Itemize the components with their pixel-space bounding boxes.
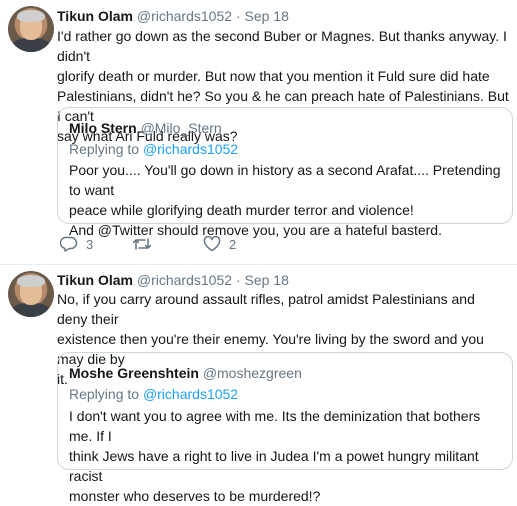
quoted-author-handle: @moshezgreen	[202, 365, 302, 381]
separator: ·	[235, 272, 241, 288]
quoted-tweet[interactable]: Milo Stern @Milo_Stern Replying to @rich…	[57, 107, 513, 238]
separator: ·	[235, 8, 241, 24]
quoted-author-name: Moshe Greenshtein	[69, 365, 199, 381]
author-name[interactable]: Tikun Olam	[57, 272, 133, 288]
quoted-text: Poor you.... You'll go down in history a…	[69, 160, 505, 240]
quoted-author-handle: @Milo_Stern	[140, 120, 222, 136]
quoted-text-line: monster who deserves to be murdered!?	[69, 488, 321, 504]
retweet-button[interactable]	[132, 236, 160, 252]
tweet-text-line: No, if you carry around assault rifles, …	[57, 291, 475, 327]
tweet-date[interactable]: Sep 18	[244, 8, 288, 24]
author-handle[interactable]: @richards1052	[137, 8, 232, 24]
quoted-author-name: Milo Stern	[69, 120, 137, 136]
tweet-header: Tikun Olam @richards1052 · Sep 18	[57, 8, 289, 24]
like-icon	[203, 236, 221, 252]
quoted-header: Moshe Greenshtein @moshezgreen	[69, 365, 302, 381]
replying-to-mention[interactable]: @richards1052	[143, 386, 238, 402]
tweet[interactable]: Tikun Olam @richards1052 · Sep 18 No, if…	[0, 265, 517, 504]
reply-count: 3	[86, 236, 94, 252]
quoted-text-line: peace while glorifying death murder terr…	[69, 202, 414, 218]
author-name[interactable]: Tikun Olam	[57, 8, 133, 24]
tweet-header: Tikun Olam @richards1052 · Sep 18	[57, 272, 289, 288]
tweet-text-line: I'd rather go down as the second Buber o…	[57, 28, 507, 64]
tweet-date[interactable]: Sep 18	[244, 272, 288, 288]
quoted-text: I don't want you to agree with me. Its t…	[69, 406, 505, 506]
tweet-actions: 3 2	[57, 236, 357, 256]
replying-to-mention[interactable]: @richards1052	[143, 141, 238, 157]
replying-to: Replying to @richards1052	[69, 386, 238, 402]
tweet[interactable]: Tikun Olam @richards1052 · Sep 18 I'd ra…	[0, 0, 517, 265]
quoted-header: Milo Stern @Milo_Stern	[69, 120, 222, 136]
replying-to-label: Replying to	[69, 141, 140, 157]
replying-to: Replying to @richards1052	[69, 141, 238, 157]
retweet-icon	[132, 236, 152, 252]
avatar[interactable]	[8, 6, 54, 52]
author-handle[interactable]: @richards1052	[137, 272, 232, 288]
tweet-text-line: glorify death or murder. But now that yo…	[57, 68, 490, 84]
quoted-tweet[interactable]: Moshe Greenshtein @moshezgreen Replying …	[57, 352, 513, 504]
quoted-text-line: I don't want you to agree with me. Its t…	[69, 408, 481, 444]
quoted-text-line: Poor you.... You'll go down in history a…	[69, 162, 501, 198]
quoted-text-line: think Jews have a right to live in Judea…	[69, 448, 479, 484]
like-count: 2	[229, 236, 237, 252]
reply-button[interactable]: 3	[60, 236, 93, 252]
replying-to-label: Replying to	[69, 386, 140, 402]
like-button[interactable]: 2	[203, 236, 236, 252]
avatar[interactable]	[8, 271, 54, 317]
reply-icon	[60, 236, 78, 252]
